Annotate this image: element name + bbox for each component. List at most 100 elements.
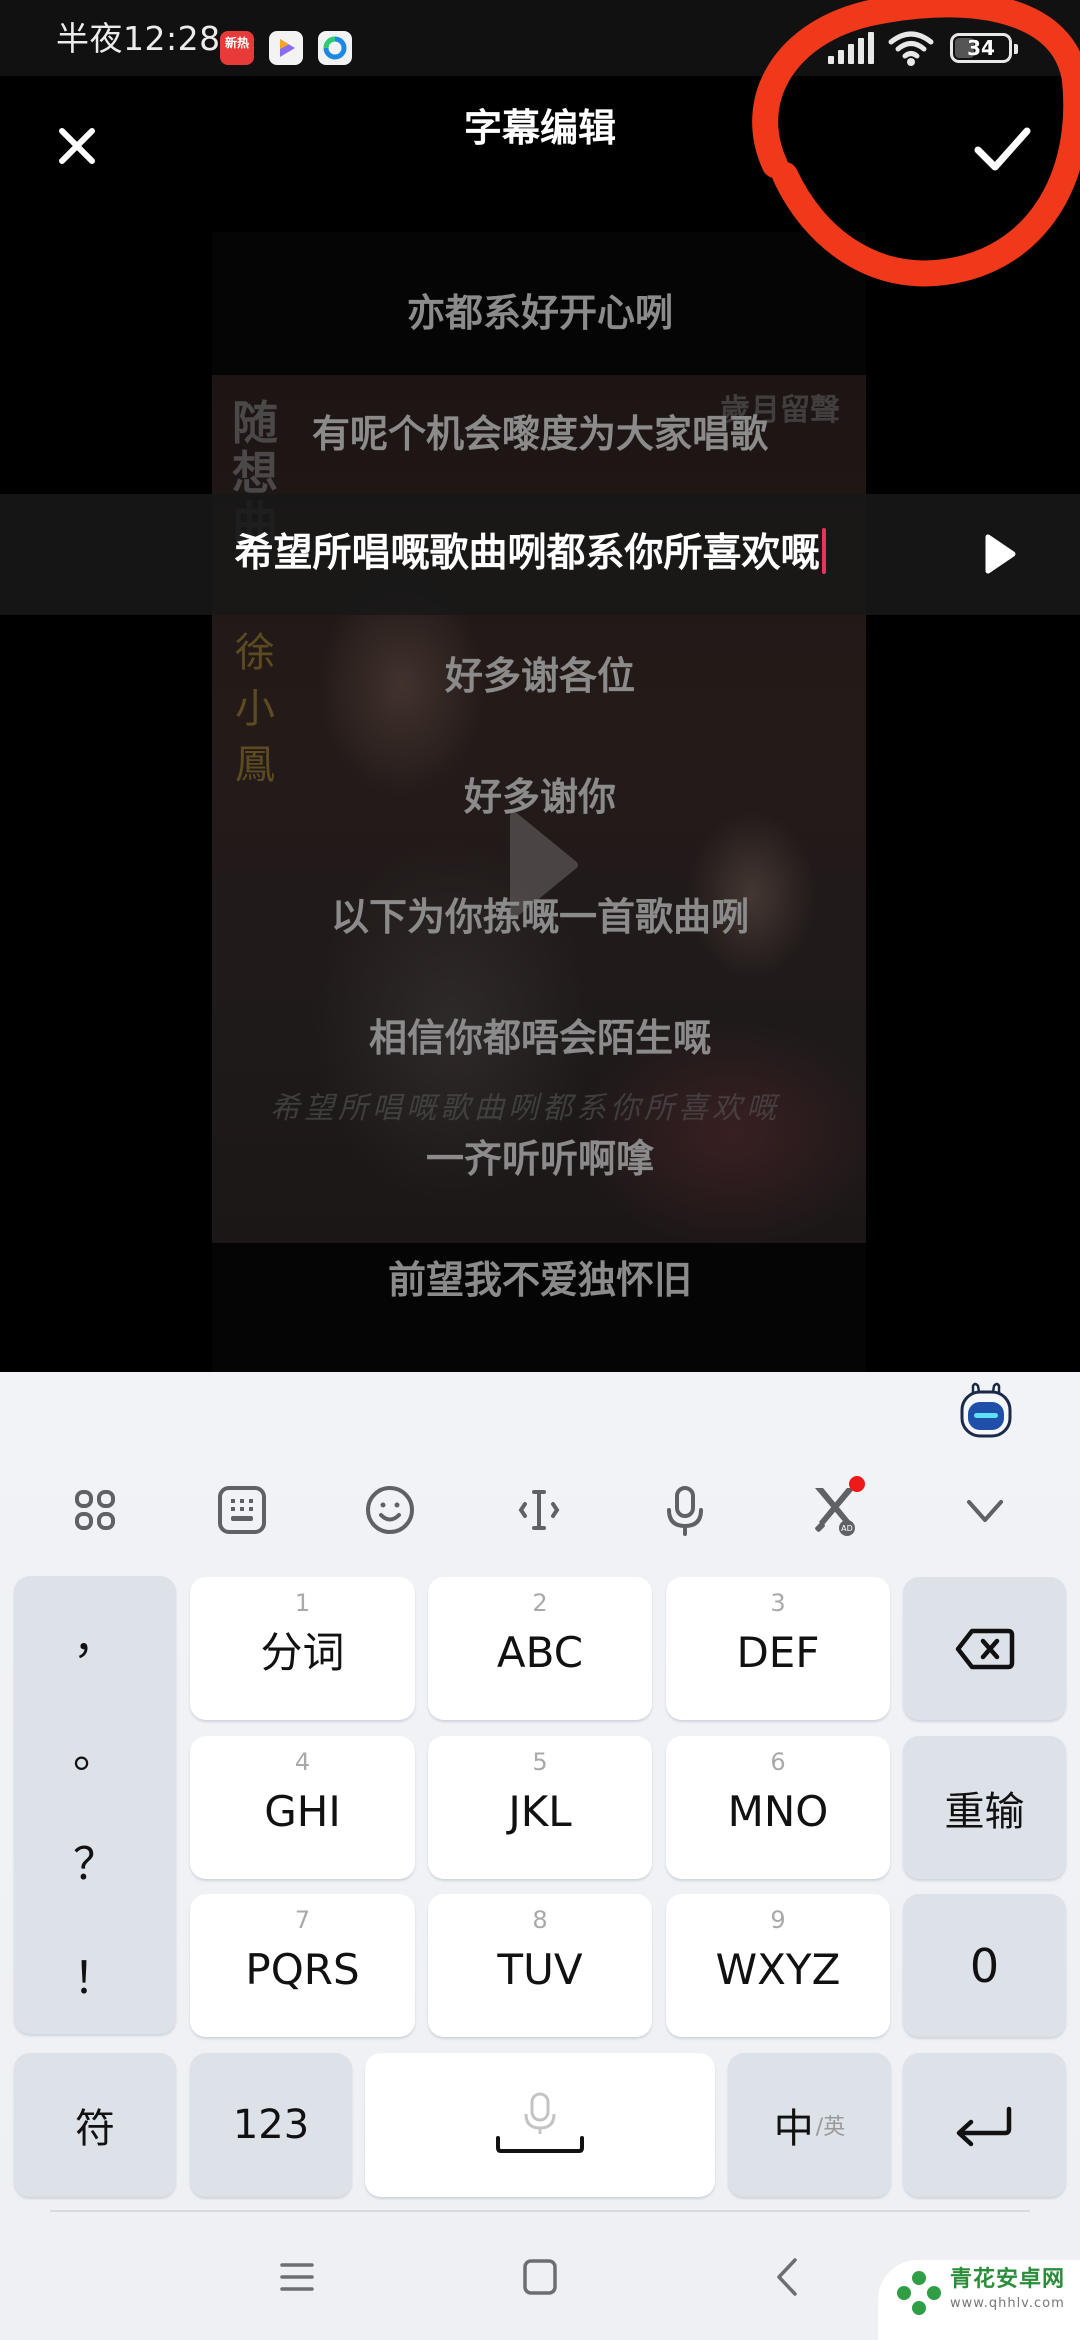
subtitle-line[interactable]: 亦都系好开心咧 [0, 283, 1080, 343]
key-2[interactable]: 2 ABC [428, 1577, 652, 1720]
header: 字幕编辑 [0, 76, 1080, 216]
play-icon [985, 534, 1016, 574]
wifi-icon [887, 28, 937, 68]
enter-key[interactable] [903, 2053, 1066, 2197]
key-8[interactable]: 8 TUV [428, 1894, 652, 2037]
text-cursor [821, 528, 826, 574]
site-watermark: 青花安卓网 www.qhhlv.com [878, 2260, 1080, 2340]
question-key[interactable]: ？ [14, 1840, 176, 1890]
key-number: 6 [770, 1748, 786, 1776]
confirm-button[interactable] [965, 116, 1039, 180]
subtitle-line[interactable]: 好多谢你 [0, 767, 1080, 827]
news-app-label: 新热 [224, 36, 249, 50]
punctuation-column: ， 。 ？ ！ [14, 1576, 176, 2034]
back-icon [777, 2258, 797, 2296]
subtitle-edit-text: 希望所唱嘅歌曲咧都系你所喜欢嘅 [234, 531, 820, 576]
subtitle-line[interactable]: 好多谢各位 [0, 646, 1080, 706]
key-9[interactable]: 9 WXYZ [666, 1894, 890, 2037]
news-app-notification-icon: 新热 [220, 31, 254, 65]
battery-level: 34 [967, 36, 995, 60]
svg-text:AD: AD [841, 1524, 853, 1533]
emoji-icon[interactable] [362, 1482, 418, 1538]
key-number: 1 [294, 1589, 311, 1617]
subtitle-line[interactable]: 以下为你拣嘅一首歌曲咧 [0, 887, 1080, 947]
comma-key[interactable]: ， [14, 1614, 176, 1664]
apps-grid-icon[interactable] [67, 1482, 123, 1538]
key-1[interactable]: 1 分词 [190, 1577, 415, 1720]
menu-icon [280, 2263, 314, 2291]
symbols-label: 符 [75, 2106, 115, 2152]
numbers-label: 123 [232, 2102, 310, 2148]
key-3[interactable]: 3 DEF [666, 1577, 890, 1720]
subtitle-line[interactable]: 一齐听听啊嗱 [0, 1129, 1080, 1189]
exclamation-key[interactable]: ！ [14, 1954, 176, 2004]
subtitle-edit-field[interactable]: 希望所唱嘅歌曲咧都系你所喜欢嘅 [0, 524, 1060, 584]
zero-key[interactable]: 0 [903, 1894, 1066, 2037]
reenter-key[interactable]: 重输 [903, 1736, 1066, 1879]
key-label: WXYZ [715, 1945, 841, 1994]
keyboard-divider [50, 2210, 1030, 2212]
language-main-label: 中 [773, 2106, 814, 2152]
key-number: 2 [532, 1589, 548, 1617]
watermark-name: 青花安卓网 [950, 2267, 1066, 2292]
back-button[interactable] [763, 2252, 813, 2302]
zero-label: 0 [969, 1938, 1000, 1993]
subtitle-line[interactable]: 有呢个机会嚟度为大家唱歌 [0, 404, 1080, 464]
key-number: 9 [770, 1906, 786, 1934]
subtitle-line-selected[interactable]: 希望所唱嘅歌曲咧都系你所喜欢嘅 [0, 494, 1080, 615]
status-bar: 半夜12:28 新热 34 [0, 0, 1080, 76]
key-5[interactable]: 5 JKL [428, 1736, 652, 1879]
assistant-bot-icon[interactable] [955, 1380, 1017, 1442]
notification-dot [849, 1476, 865, 1492]
keyboard-icon[interactable] [214, 1482, 270, 1538]
video-burned-subtitle: 希望所唱嘅歌曲咧都系你所喜欢嘅 [270, 1091, 780, 1126]
subtitle-line[interactable]: 前望我不爱独怀旧 [0, 1250, 1080, 1310]
check-icon [974, 127, 1031, 171]
home-button[interactable] [515, 2252, 565, 2302]
key-number: 8 [532, 1906, 548, 1934]
key-number: 5 [532, 1748, 548, 1776]
sync-app-notification-icon [318, 31, 352, 65]
key-7[interactable]: 7 PQRS [190, 1894, 415, 2037]
key-label: ABC [496, 1628, 584, 1677]
key-4[interactable]: 4 GHI [190, 1736, 415, 1879]
battery-icon: 34 [950, 33, 1018, 63]
watermark-url: www.qhhlv.com [950, 2296, 1065, 2311]
key-number: 3 [770, 1589, 786, 1617]
period-key[interactable]: 。 [14, 1728, 176, 1778]
collapse-keyboard-icon[interactable] [957, 1482, 1013, 1538]
space-key[interactable] [365, 2053, 715, 2197]
reenter-label: 重输 [944, 1788, 1025, 1835]
status-time: 半夜12:28 [56, 19, 221, 58]
ime-keyboard: AD ， 。 ？ ！ 1 分词 2 ABC 3 DEF 4 GHI 5 JKL … [0, 1372, 1080, 2340]
language-switch-key[interactable]: 中/英 [728, 2053, 891, 2197]
key-6[interactable]: 6 MNO [666, 1736, 890, 1879]
key-number: 4 [294, 1748, 311, 1776]
key-label: GHI [264, 1787, 341, 1836]
subtitle-line[interactable]: 相信你都唔会陌生嘅 [0, 1008, 1080, 1068]
video-app-notification-icon [269, 31, 303, 65]
key-label: DEF [736, 1628, 820, 1677]
cellular-signal-icon [826, 30, 876, 64]
game-ad-icon[interactable]: AD [807, 1476, 865, 1538]
key-number: 7 [294, 1906, 311, 1934]
symbols-key[interactable]: 符 [14, 2053, 176, 2197]
page-title: 字幕编辑 [463, 106, 616, 150]
key-label: JKL [508, 1787, 572, 1836]
cursor-move-icon[interactable] [511, 1482, 567, 1538]
battery-tip [1014, 44, 1018, 54]
enter-icon [956, 2106, 1011, 2147]
recent-apps-button[interactable] [272, 2252, 322, 2302]
microphone-icon[interactable] [657, 1482, 713, 1538]
play-line-button[interactable] [982, 532, 1018, 576]
space-voice-icon [496, 2092, 584, 2153]
language-sub-label: /英 [815, 2115, 846, 2140]
watermark-logo-icon [897, 2271, 941, 2315]
key-label: PQRS [245, 1945, 360, 1994]
numbers-key[interactable]: 123 [190, 2053, 352, 2197]
home-icon [523, 2259, 557, 2295]
backspace-icon [955, 1628, 1014, 1669]
key-label: TUV [497, 1945, 583, 1994]
backspace-key[interactable] [903, 1577, 1066, 1720]
key-label: 分词 [260, 1628, 345, 1677]
